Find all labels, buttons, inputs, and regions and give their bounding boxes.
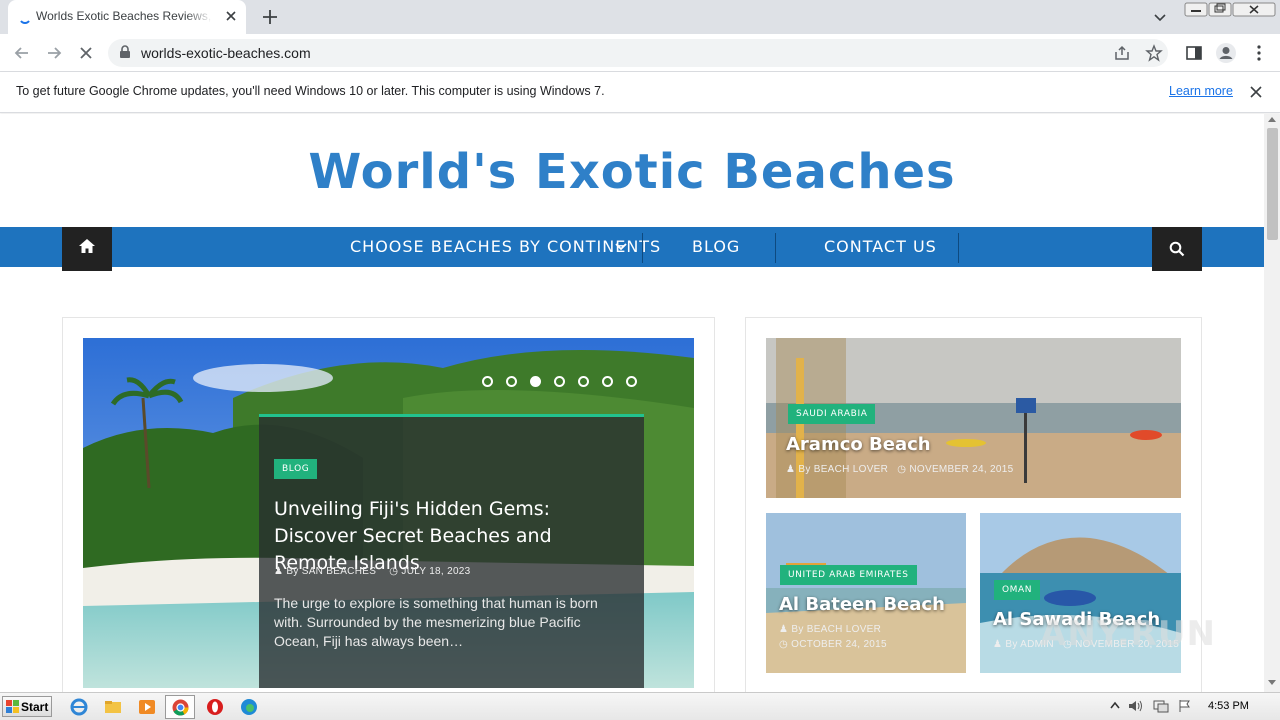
post-date[interactable]: JULY 18, 2023	[401, 566, 470, 577]
tab-search-chevron-icon[interactable]	[1153, 10, 1167, 24]
home-button[interactable]	[62, 227, 112, 271]
card-meta-date: ◷ OCTOBER 24, 2015	[779, 639, 887, 650]
chrome-menu-icon[interactable]	[1251, 44, 1267, 62]
card-meta-author: ♟ By BEACH LOVER	[779, 624, 881, 635]
scroll-up-arrow-icon[interactable]	[1268, 116, 1276, 122]
site-logo[interactable]: World's Exotic Beaches	[0, 142, 1264, 202]
tab-title: Worlds Exotic Beaches Reviews, Travel	[36, 9, 212, 23]
scrollbar-thumb[interactable]	[1267, 128, 1278, 240]
slide-meta: ♟ By SAN BEACHES ◷ JULY 18, 2023	[274, 566, 471, 577]
slide-title[interactable]: Unveiling Fiji's Hidden Gems: Discover S…	[274, 496, 624, 577]
opera-icon[interactable]	[206, 698, 224, 716]
clock-icon: ◷	[897, 464, 907, 475]
author-prefix: By	[791, 624, 804, 635]
slider-dot[interactable]	[506, 376, 517, 387]
card-meta: ♟ By BEACH LOVER ◷ NOVEMBER 24, 2015	[786, 464, 1013, 475]
infobar-close-icon[interactable]	[1249, 85, 1263, 99]
infobar-message: To get future Google Chrome updates, you…	[16, 84, 605, 98]
clock-icon: ◷	[389, 566, 399, 577]
clock-icon: ◷	[779, 639, 789, 650]
nav-divider	[775, 233, 776, 263]
stop-loading-icon[interactable]	[77, 44, 95, 62]
url-text[interactable]: worlds-exotic-beaches.com	[141, 45, 311, 61]
network-icon[interactable]	[1153, 699, 1169, 713]
user-icon: ♟	[786, 464, 796, 475]
lock-icon[interactable]	[119, 45, 131, 59]
side-panel-icon[interactable]	[1185, 44, 1203, 62]
windows-logo-icon	[6, 700, 19, 713]
scroll-down-arrow-icon[interactable]	[1268, 680, 1276, 686]
volume-icon[interactable]	[1128, 699, 1144, 713]
search-icon	[1169, 241, 1185, 257]
bookmark-star-icon[interactable]	[1145, 44, 1163, 62]
close-tab-icon[interactable]	[224, 9, 238, 23]
new-tab-icon[interactable]	[261, 8, 279, 26]
internet-explorer-icon[interactable]	[70, 698, 88, 716]
nav-blog[interactable]: BLOG	[692, 227, 740, 267]
category-badge[interactable]: OMAN	[994, 580, 1041, 600]
start-button[interactable]: Start	[2, 696, 52, 717]
card-title[interactable]: Aramco Beach	[786, 434, 931, 455]
author-prefix: By	[286, 566, 299, 577]
nav-divider	[958, 233, 959, 263]
author-link[interactable]: BEACH LOVER	[814, 464, 888, 475]
file-explorer-icon[interactable]	[104, 698, 122, 716]
slider-dot[interactable]	[554, 376, 565, 387]
search-button[interactable]	[1152, 227, 1202, 271]
slider-dot[interactable]	[578, 376, 589, 387]
author-link[interactable]: SAN BEACHES	[302, 566, 376, 577]
forward-arrow-icon[interactable]	[45, 44, 63, 62]
post-date[interactable]: OCTOBER 24, 2015	[791, 639, 887, 650]
loading-spinner-icon	[18, 10, 32, 24]
chrome-icon	[172, 699, 189, 716]
edge-icon[interactable]	[240, 698, 258, 716]
taskbar-clock[interactable]: 4:53 PM	[1208, 700, 1249, 712]
media-player-icon[interactable]	[138, 698, 156, 716]
card-title[interactable]: Al Bateen Beach	[779, 594, 945, 615]
user-icon: ♟	[274, 566, 284, 577]
page-viewport: World's Exotic Beaches CHOOSE BEACHES BY…	[0, 114, 1264, 692]
post-date[interactable]: NOVEMBER 24, 2015	[909, 464, 1013, 475]
slider-dot-active[interactable]	[530, 376, 541, 387]
share-icon[interactable]	[1113, 44, 1131, 62]
learn-more-link[interactable]: Learn more	[1169, 84, 1233, 98]
category-badge[interactable]: BLOG	[274, 459, 318, 479]
back-arrow-icon[interactable]	[13, 44, 31, 62]
slider-dot[interactable]	[482, 376, 493, 387]
window-controls	[1184, 2, 1276, 18]
chevron-down-icon[interactable]	[614, 241, 628, 253]
category-badge[interactable]: UNITED ARAB EMIRATES	[780, 565, 917, 585]
nav-divider	[642, 233, 643, 263]
user-icon: ♟	[779, 624, 789, 635]
tray-show-hidden-icon[interactable]	[1110, 700, 1120, 712]
home-icon	[78, 238, 96, 254]
chrome-taskbar-button[interactable]	[165, 695, 195, 719]
nav-contact-us[interactable]: CONTACT US	[824, 227, 937, 267]
author-link[interactable]: BEACH LOVER	[807, 624, 881, 635]
profile-avatar-icon[interactable]	[1215, 42, 1237, 64]
slider-dot[interactable]	[626, 376, 637, 387]
watermark: ANY.RUN	[1040, 614, 1216, 654]
author-prefix: By	[1005, 639, 1018, 650]
slider-dot[interactable]	[602, 376, 613, 387]
author-prefix: By	[798, 464, 811, 475]
user-icon: ♟	[993, 639, 1003, 650]
start-label: Start	[21, 700, 49, 714]
slide-excerpt: The urge to explore is something that hu…	[274, 595, 598, 649]
category-badge[interactable]: SAUDI ARABIA	[788, 404, 876, 424]
action-center-flag-icon[interactable]	[1178, 699, 1192, 713]
